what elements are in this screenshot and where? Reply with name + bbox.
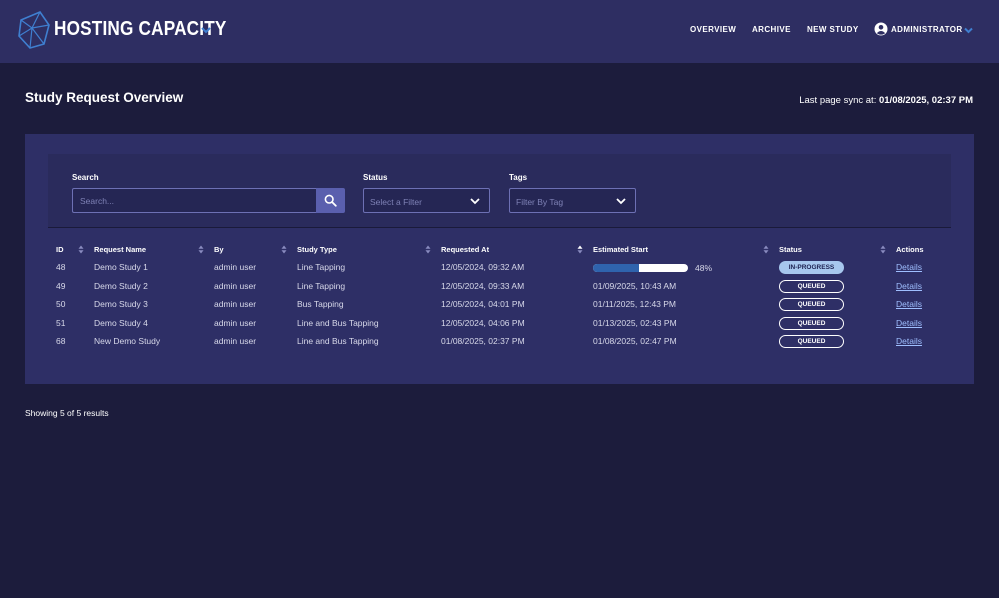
table-row: 49 Demo Study 2 admin user Line Tapping … (25, 278, 974, 296)
cell-estimated-start: 01/13/2025, 02:43 PM (593, 318, 677, 328)
sort-icon[interactable] (281, 245, 287, 254)
table-row: 68 New Demo Study admin user Line and Bu… (25, 333, 974, 351)
study-requests-panel: Search Status Tags Select a Filter Filte… (25, 134, 974, 384)
table-row: 48 Demo Study 1 admin user Line Tapping … (25, 259, 974, 277)
details-link[interactable]: Details (896, 281, 922, 291)
chevron-down-icon[interactable] (200, 25, 212, 35)
status-label: Status (363, 173, 388, 182)
tags-filter-select[interactable]: Filter By Tag (509, 188, 636, 213)
cell-requested-at: 12/05/2024, 04:01 PM (441, 299, 525, 309)
tags-label: Tags (509, 173, 528, 182)
sort-icon[interactable] (763, 245, 769, 254)
search-input[interactable] (72, 188, 317, 213)
column-header-by[interactable]: By (214, 245, 224, 254)
logo-icon[interactable] (18, 11, 50, 49)
top-navigation-bar: HOSTING CAPACITY OVERVIEW ARCHIVE NEW ST… (0, 0, 999, 63)
progress-percent: 48% (695, 263, 713, 273)
status-badge: IN-PROGRESS (779, 261, 844, 274)
filter-bar: Search Status Tags Select a Filter Filte… (48, 154, 951, 228)
chevron-down-icon (470, 198, 480, 205)
cell-request-name: Demo Study 2 (94, 281, 148, 291)
search-icon (324, 194, 337, 207)
sort-icon[interactable] (425, 245, 431, 254)
chevron-down-icon (616, 198, 626, 205)
column-header-estimated-start[interactable]: Estimated Start (593, 245, 648, 254)
cell-by: admin user (214, 336, 257, 346)
sync-label: Last page sync at: (799, 95, 879, 106)
search-button[interactable] (316, 188, 345, 213)
cell-by: admin user (214, 281, 257, 291)
column-header-actions: Actions (896, 245, 924, 254)
last-sync: Last page sync at: 01/08/2025, 02:37 PM (799, 95, 973, 106)
table-row: 50 Demo Study 3 admin user Bus Tapping 1… (25, 296, 974, 314)
column-header-id[interactable]: ID (56, 245, 64, 254)
cell-requested-at: 12/05/2024, 04:06 PM (441, 318, 525, 328)
details-link[interactable]: Details (896, 336, 922, 346)
nav-archive[interactable]: ARCHIVE (752, 25, 791, 34)
cell-by: admin user (214, 299, 257, 309)
cell-request-name: Demo Study 3 (94, 299, 148, 309)
cell-estimated-start: 01/11/2025, 12:43 PM (593, 299, 677, 309)
cell-requested-at: 01/08/2025, 02:37 PM (441, 336, 525, 346)
cell-by: admin user (214, 318, 257, 328)
cell-study-type: Line and Bus Tapping (297, 318, 379, 328)
details-link[interactable]: Details (896, 262, 922, 272)
sort-icon[interactable] (880, 245, 886, 254)
search-label: Search (72, 173, 99, 182)
column-header-status[interactable]: Status (779, 245, 802, 254)
cell-request-name: Demo Study 4 (94, 318, 148, 328)
status-filter-placeholder: Select a Filter (370, 197, 422, 207)
column-header-request-name[interactable]: Request Name (94, 245, 146, 254)
cell-request-name: Demo Study 1 (94, 262, 148, 272)
cell-by: admin user (214, 262, 257, 272)
table-row: 51 Demo Study 4 admin user Line and Bus … (25, 315, 974, 333)
cell-study-type: Line and Bus Tapping (297, 336, 379, 346)
user-menu[interactable]: ADMINISTRATOR (891, 25, 963, 34)
cell-study-type: Line Tapping (297, 262, 346, 272)
status-badge: QUEUED (779, 280, 844, 293)
sort-icon[interactable] (198, 245, 204, 254)
tags-filter-placeholder: Filter By Tag (516, 197, 564, 207)
cell-requested-at: 12/05/2024, 09:33 AM (441, 281, 525, 291)
cell-id: 51 (56, 318, 66, 328)
cell-id: 50 (56, 299, 66, 309)
cell-request-name: New Demo Study (94, 336, 161, 346)
cell-id: 68 (56, 336, 66, 346)
chevron-down-icon[interactable] (963, 26, 974, 35)
cell-estimated-start: 01/09/2025, 10:43 AM (593, 281, 677, 291)
cell-requested-at: 12/05/2024, 09:32 AM (441, 262, 525, 272)
user-circle-icon[interactable] (874, 22, 888, 36)
progress-bar (593, 264, 688, 272)
cell-study-type: Bus Tapping (297, 299, 344, 309)
status-filter-select[interactable]: Select a Filter (363, 188, 490, 213)
column-header-requested-at[interactable]: Requested At (441, 245, 489, 254)
cell-study-type: Line Tapping (297, 281, 346, 291)
cell-id: 49 (56, 281, 66, 291)
details-link[interactable]: Details (896, 299, 922, 309)
sort-ascending-icon[interactable] (577, 245, 583, 254)
nav-new-study[interactable]: NEW STUDY (807, 25, 859, 34)
details-link[interactable]: Details (896, 318, 922, 328)
progress-fill (593, 264, 639, 272)
nav-overview[interactable]: OVERVIEW (690, 25, 736, 34)
sort-icon[interactable] (78, 245, 84, 254)
page-title: Study Request Overview (25, 90, 184, 105)
cell-estimated-start: 01/08/2025, 02:47 PM (593, 336, 677, 346)
status-badge: QUEUED (779, 317, 844, 330)
status-badge: QUEUED (779, 335, 844, 348)
results-count: Showing 5 of 5 results (25, 408, 109, 418)
column-header-study-type[interactable]: Study Type (297, 245, 337, 254)
sync-value: 01/08/2025, 02:37 PM (878, 95, 973, 106)
cell-id: 48 (56, 262, 66, 272)
status-badge: QUEUED (779, 298, 844, 311)
